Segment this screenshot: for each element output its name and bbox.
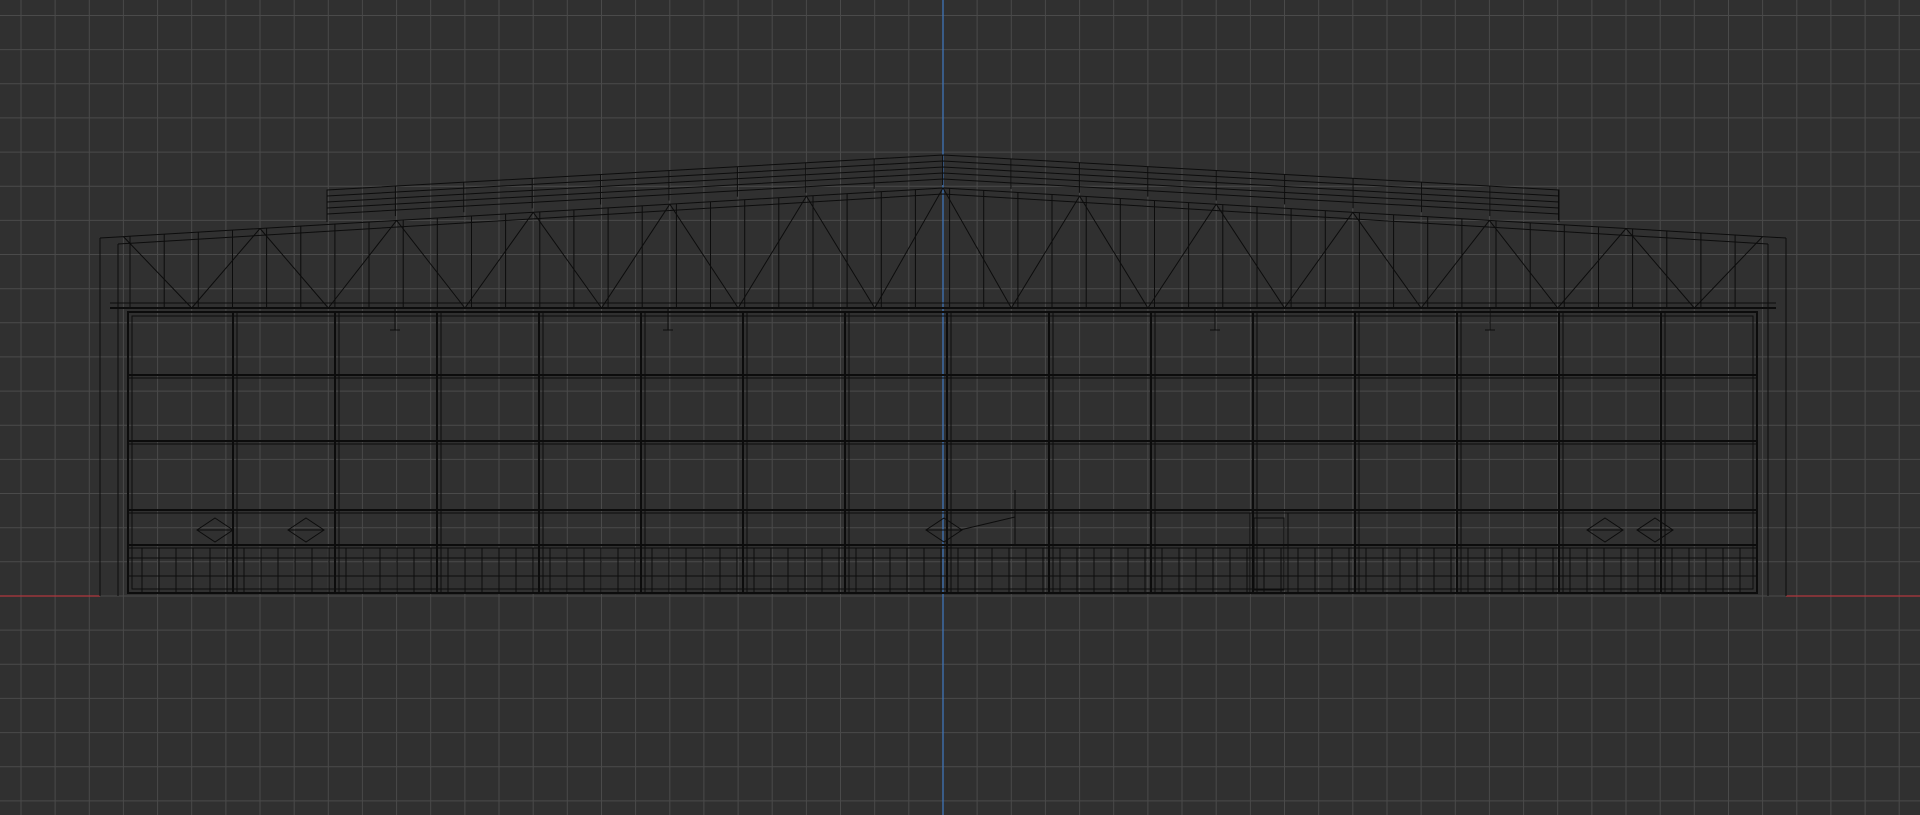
3d-viewport[interactable] [0, 0, 1920, 815]
viewport-background [0, 0, 1920, 815]
viewport-canvas[interactable] [0, 0, 1920, 815]
